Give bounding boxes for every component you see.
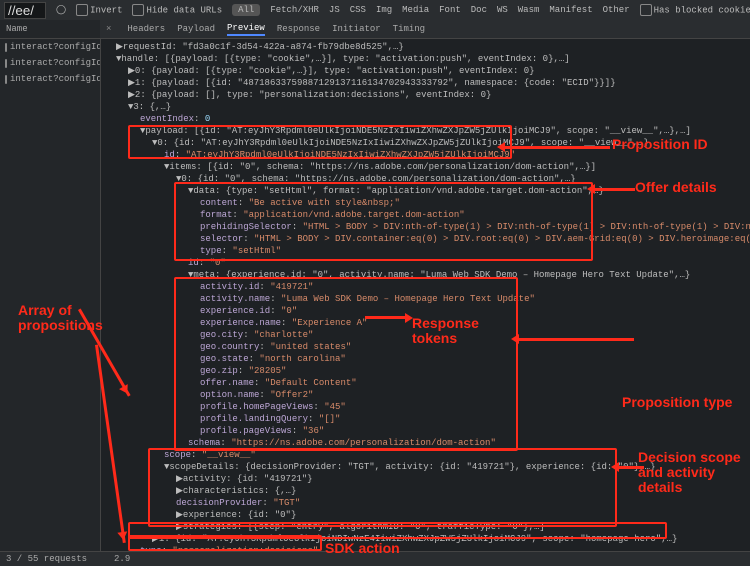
json-line[interactable]: geo.state: "north carolina": [116, 353, 746, 365]
json-line[interactable]: ▶1: {id: "AT:eyJhY3Rpdml0eUlkIjoiNDIwNzE…: [116, 533, 746, 545]
blocked-cookies-label: Has blocked cookies: [654, 5, 750, 15]
tab-timing[interactable]: Timing: [393, 24, 425, 34]
json-line[interactable]: ▶characteristics: {,…}: [116, 485, 746, 497]
details-tabs: × Headers Payload Preview Response Initi…: [100, 20, 750, 39]
json-line[interactable]: content: "Be active with style&nbsp;": [116, 197, 746, 209]
filter-all[interactable]: All: [232, 4, 260, 16]
json-line[interactable]: schema: "https://ns.adobe.com/personaliz…: [116, 437, 746, 449]
tab-preview[interactable]: Preview: [227, 23, 265, 36]
json-line[interactable]: profile.homePageViews: "45": [116, 401, 746, 413]
filter-css[interactable]: CSS: [350, 5, 366, 15]
hide-label: Hide data URLs: [146, 5, 222, 15]
json-line[interactable]: ▼meta: {experience.id: "0", activity.nam…: [116, 269, 746, 281]
json-line[interactable]: eventIndex: 0: [116, 113, 746, 125]
request-row[interactable]: interact?configId...: [0, 55, 100, 71]
request-label: interact?configId...: [10, 42, 100, 52]
json-line[interactable]: scope: "__view__": [116, 449, 746, 461]
json-line[interactable]: ▶activity: {id: "419721"}: [116, 473, 746, 485]
invert-label: Invert: [90, 5, 122, 15]
json-line[interactable]: ▼payload: [{id: "AT:eyJhY3Rpdml0eUlkIjoi…: [116, 125, 746, 137]
close-icon[interactable]: ×: [106, 24, 111, 34]
json-line[interactable]: activity.name: "Luma Web SDK Demo – Home…: [116, 293, 746, 305]
json-line[interactable]: ▼data: {type: "setHtml", format: "applic…: [116, 185, 746, 197]
json-line[interactable]: ▶1: {payload: [{id: "4871863375988712913…: [116, 77, 746, 89]
requests-sidebar: Name interact?configId... interact?confi…: [0, 20, 101, 552]
filter-media[interactable]: Media: [402, 5, 429, 15]
json-line[interactable]: profile.landingQuery: "[]": [116, 413, 746, 425]
json-line[interactable]: ▼0: {id: "0", schema: "https://ns.adobe.…: [116, 173, 746, 185]
tab-payload[interactable]: Payload: [177, 24, 215, 34]
invert-checkbox[interactable]: [76, 4, 88, 16]
filter-other[interactable]: Other: [603, 5, 630, 15]
filter-ws[interactable]: WS: [497, 5, 508, 15]
json-line[interactable]: decisionProvider: "TGT": [116, 497, 746, 509]
transfer-size: 2.9: [114, 554, 130, 564]
json-line[interactable]: geo.city: "charlotte": [116, 329, 746, 341]
preview-body[interactable]: ▶requestId: "fd3a0c1f-3d54-422a-a874-fb7…: [100, 38, 750, 552]
json-line[interactable]: prehidingSelector: "HTML > BODY > DIV:nt…: [116, 221, 746, 233]
json-line[interactable]: id: "AT:eyJhY3Rpdml0eUlkIjoiNDE5NzIxIiwi…: [116, 149, 746, 161]
json-line[interactable]: type: "setHtml": [116, 245, 746, 257]
status-bar: 3 / 55 requests 2.9: [0, 551, 750, 566]
request-label: interact?configId...: [10, 74, 100, 84]
pending-icon: [5, 59, 7, 68]
json-line[interactable]: option.name: "Offer2": [116, 389, 746, 401]
tab-initiator[interactable]: Initiator: [332, 24, 381, 34]
json-line[interactable]: geo.country: "united states": [116, 341, 746, 353]
sidebar-header: Name: [0, 20, 100, 39]
filter-fetch[interactable]: Fetch/XHR: [270, 5, 319, 15]
network-filter-toolbar: ◯ Invert Hide data URLs All Fetch/XHR JS…: [0, 0, 750, 21]
pending-icon: [5, 75, 7, 84]
json-line[interactable]: ▼3: {,…}: [116, 101, 746, 113]
json-line[interactable]: experience.id: "0": [116, 305, 746, 317]
json-line[interactable]: ▶experience: {id: "0"}: [116, 509, 746, 521]
filter-js[interactable]: JS: [329, 5, 340, 15]
json-line[interactable]: ▼0: {id: "AT:eyJhY3Rpdml0eUlkIjoiNDE5NzI…: [116, 137, 746, 149]
filter-font[interactable]: Font: [439, 5, 461, 15]
json-line[interactable]: profile.pageViews: "36": [116, 425, 746, 437]
regex-icon[interactable]: ◯: [56, 5, 66, 15]
json-line[interactable]: ▼scopeDetails: {decisionProvider: "TGT",…: [116, 461, 746, 473]
json-line[interactable]: ▶requestId: "fd3a0c1f-3d54-422a-a874-fb7…: [116, 41, 746, 53]
json-line[interactable]: offer.name: "Default Content": [116, 377, 746, 389]
filter-doc[interactable]: Doc: [471, 5, 487, 15]
filter-img[interactable]: Img: [376, 5, 392, 15]
request-row[interactable]: interact?configId...: [0, 39, 100, 55]
json-line[interactable]: ▼items: [{id: "0", schema: "https://ns.a…: [116, 161, 746, 173]
json-line[interactable]: selector: "HTML > BODY > DIV.container:e…: [116, 233, 746, 245]
filter-manifest[interactable]: Manifest: [549, 5, 592, 15]
request-count: 3 / 55 requests: [6, 554, 87, 564]
json-line[interactable]: ▶2: {payload: [], type: "personalization…: [116, 89, 746, 101]
json-line[interactable]: experience.name: "Experience A": [116, 317, 746, 329]
json-line[interactable]: ▶0: {payload: [{type: "cookie",…}], type…: [116, 65, 746, 77]
filter-wasm[interactable]: Wasm: [518, 5, 540, 15]
json-line[interactable]: activity.id: "419721": [116, 281, 746, 293]
request-label: interact?configId...: [10, 58, 100, 68]
tab-response[interactable]: Response: [277, 24, 320, 34]
url-filter-input[interactable]: [4, 2, 46, 19]
tab-headers[interactable]: Headers: [127, 24, 165, 34]
hide-dataurls-checkbox[interactable]: [132, 4, 144, 16]
blocked-cookies-checkbox[interactable]: [640, 4, 652, 16]
json-line[interactable]: ▶strategies: [{step: "entry", algorithmI…: [116, 521, 746, 533]
pending-icon: [5, 43, 7, 52]
json-line[interactable]: id: "0": [116, 257, 746, 269]
json-line[interactable]: geo.zip: "28205": [116, 365, 746, 377]
json-line[interactable]: format: "application/vnd.adobe.target.do…: [116, 209, 746, 221]
json-line[interactable]: ▼handle: [{payload: [{type: "cookie",…}]…: [116, 53, 746, 65]
request-row[interactable]: interact?configId...: [0, 71, 100, 87]
